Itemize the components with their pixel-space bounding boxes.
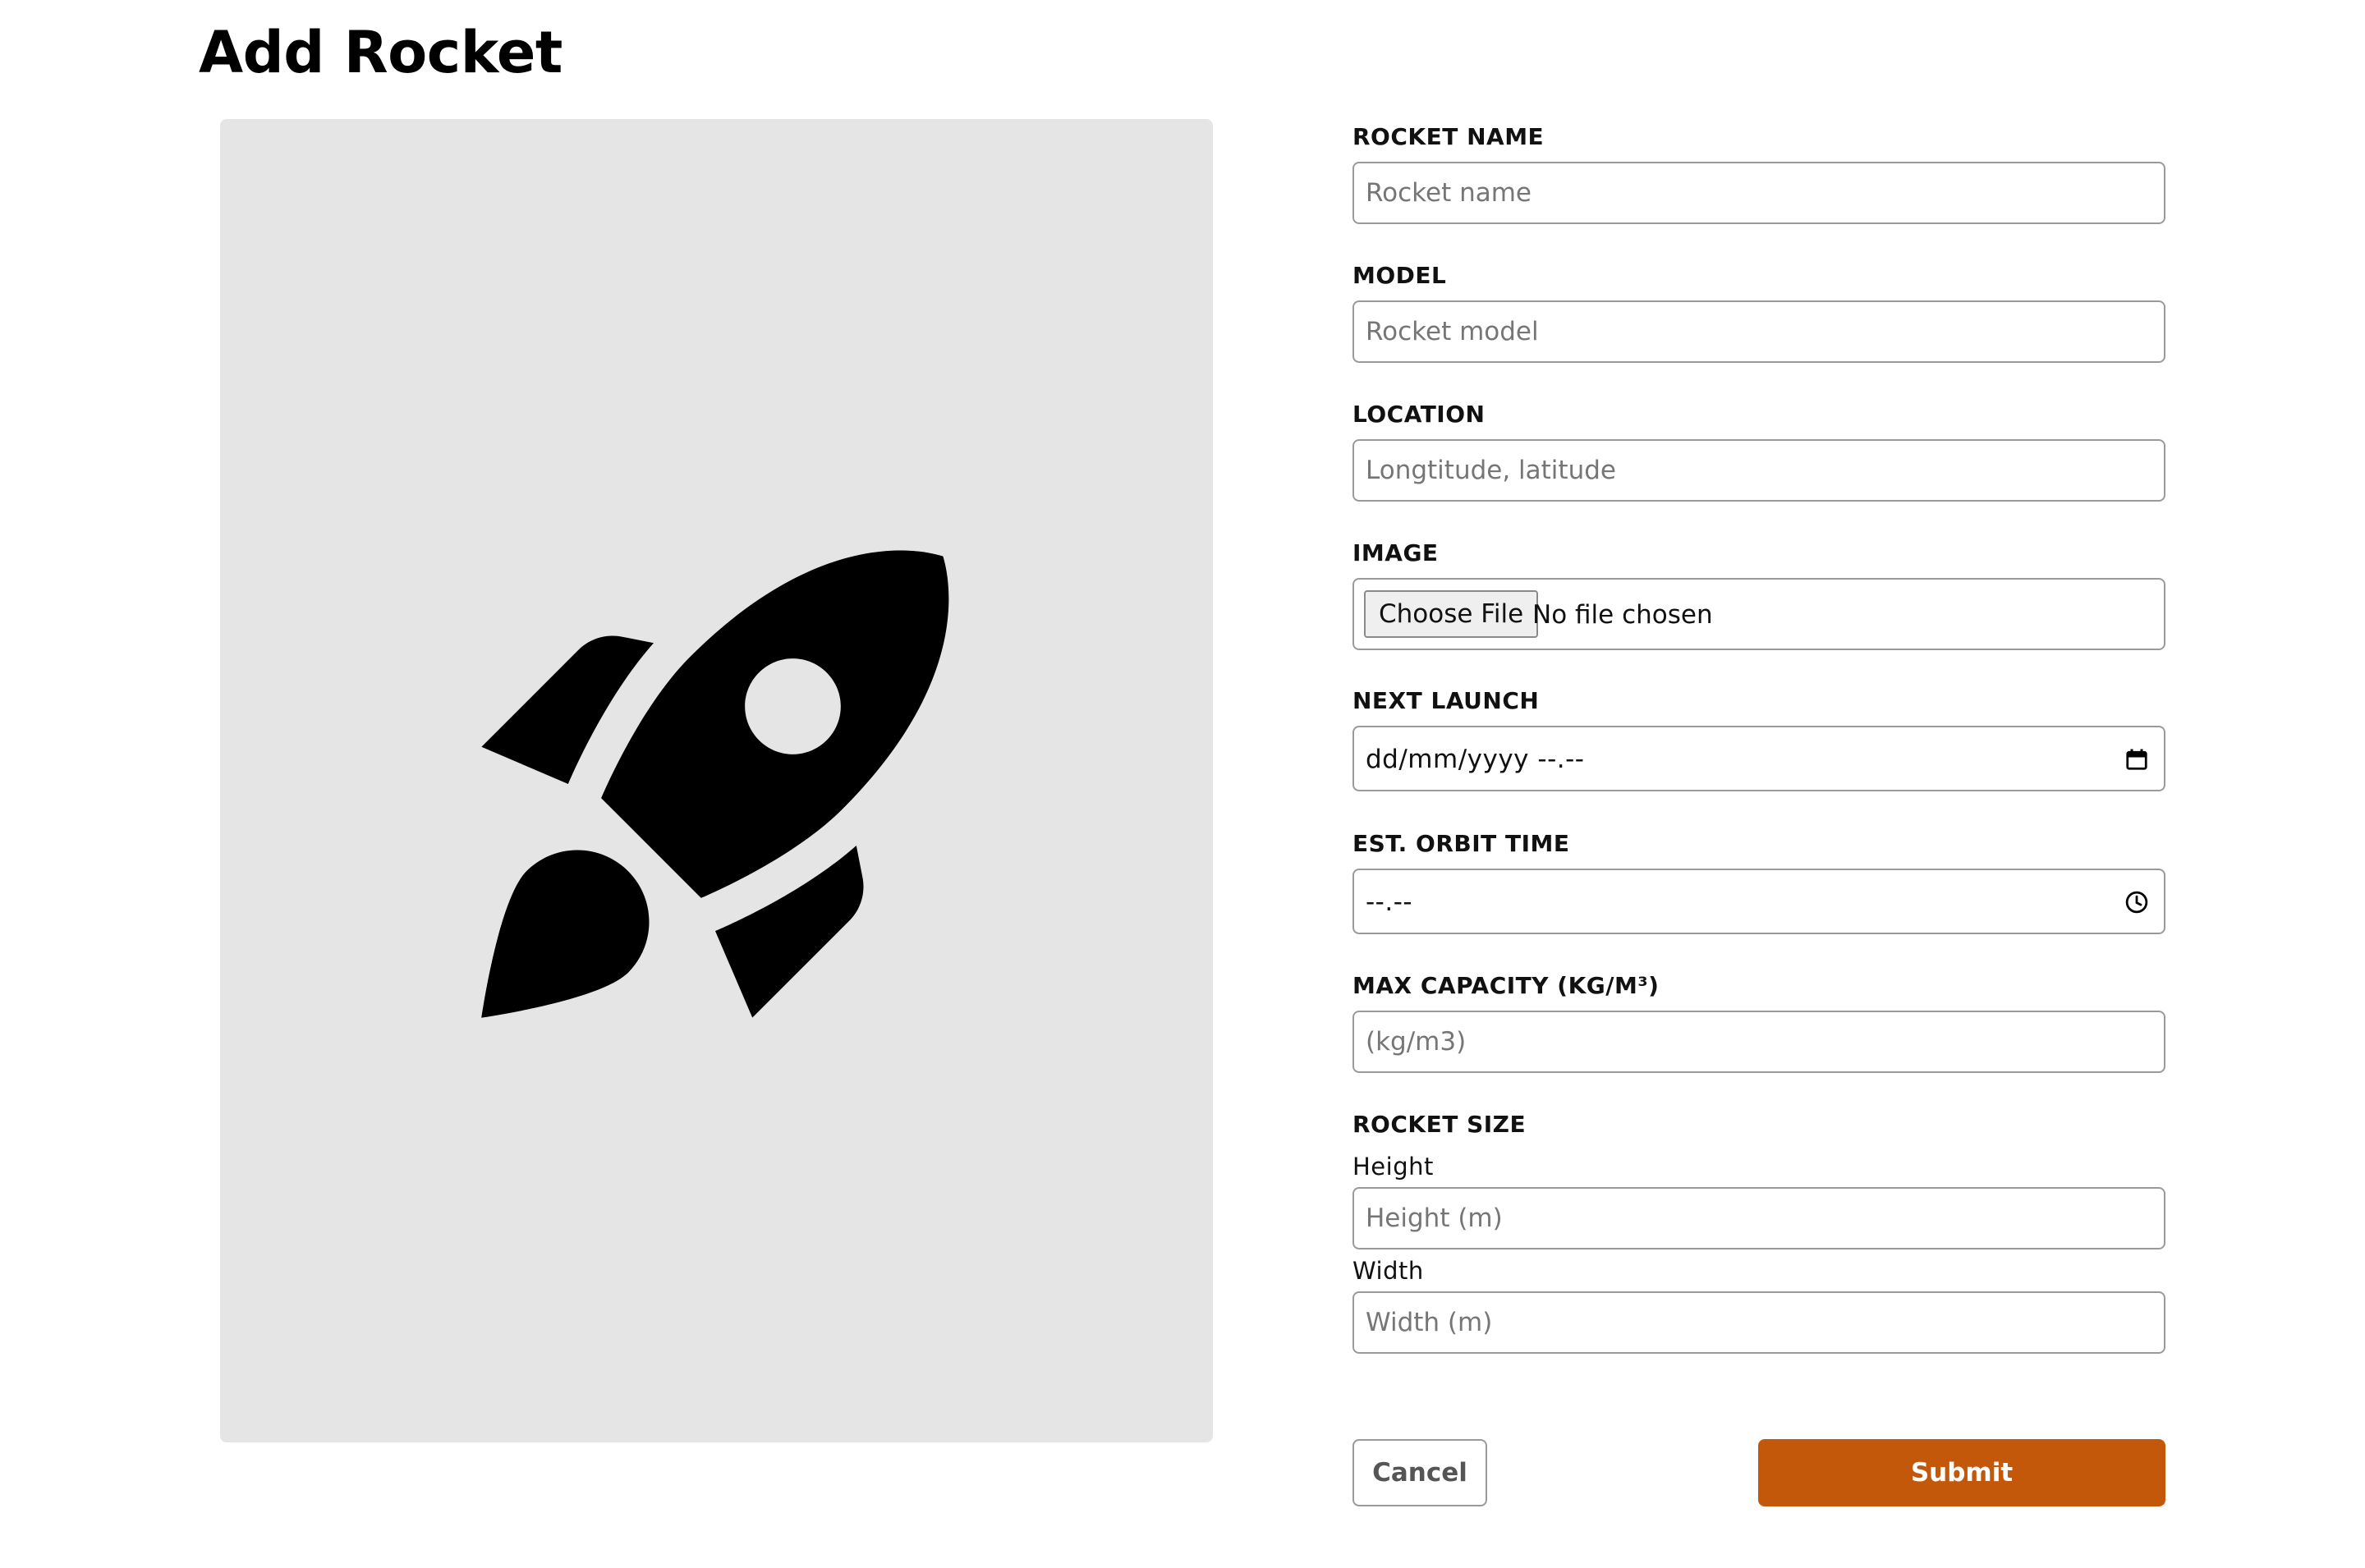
- clock-icon[interactable]: [2124, 890, 2149, 915]
- max-capacity-input[interactable]: [1352, 1011, 2165, 1073]
- image-file-input[interactable]: Choose File No file chosen: [1352, 578, 2165, 650]
- orbit-time-input[interactable]: --.--: [1352, 869, 2165, 934]
- model-label: MODEL: [1352, 262, 1447, 289]
- height-input[interactable]: [1352, 1187, 2165, 1249]
- height-label: Height: [1352, 1153, 1434, 1181]
- max-capacity-label: MAX CAPACITY (KG/M³): [1352, 972, 1660, 999]
- next-launch-input[interactable]: dd/mm/yyyy --.--: [1352, 726, 2165, 791]
- orbit-time-label: EST. ORBIT TIME: [1352, 830, 1570, 857]
- file-status-text: No file chosen: [1532, 600, 1713, 630]
- width-input[interactable]: [1352, 1291, 2165, 1354]
- rocket-name-label: ROCKET NAME: [1352, 123, 1545, 150]
- rocket-image-preview: [220, 119, 1213, 1442]
- rocket-size-label: ROCKET SIZE: [1352, 1111, 1527, 1138]
- image-label: IMAGE: [1352, 539, 1439, 566]
- choose-file-button[interactable]: Choose File: [1364, 590, 1539, 638]
- location-label: LOCATION: [1352, 401, 1486, 428]
- location-input[interactable]: [1352, 439, 2165, 502]
- page-title: Add Rocket: [199, 19, 563, 86]
- next-launch-value: dd/mm/yyyy --.--: [1366, 745, 1585, 774]
- calendar-icon[interactable]: [2124, 747, 2149, 772]
- orbit-time-value: --.--: [1366, 887, 1413, 917]
- rocket-name-input[interactable]: [1352, 162, 2165, 224]
- rocket-icon: [481, 550, 949, 1018]
- cancel-button[interactable]: Cancel: [1352, 1439, 1487, 1506]
- model-input[interactable]: [1352, 300, 2165, 363]
- width-label: Width: [1352, 1257, 1424, 1285]
- submit-button[interactable]: Submit: [1758, 1439, 2165, 1506]
- next-launch-label: NEXT LAUNCH: [1352, 687, 1540, 714]
